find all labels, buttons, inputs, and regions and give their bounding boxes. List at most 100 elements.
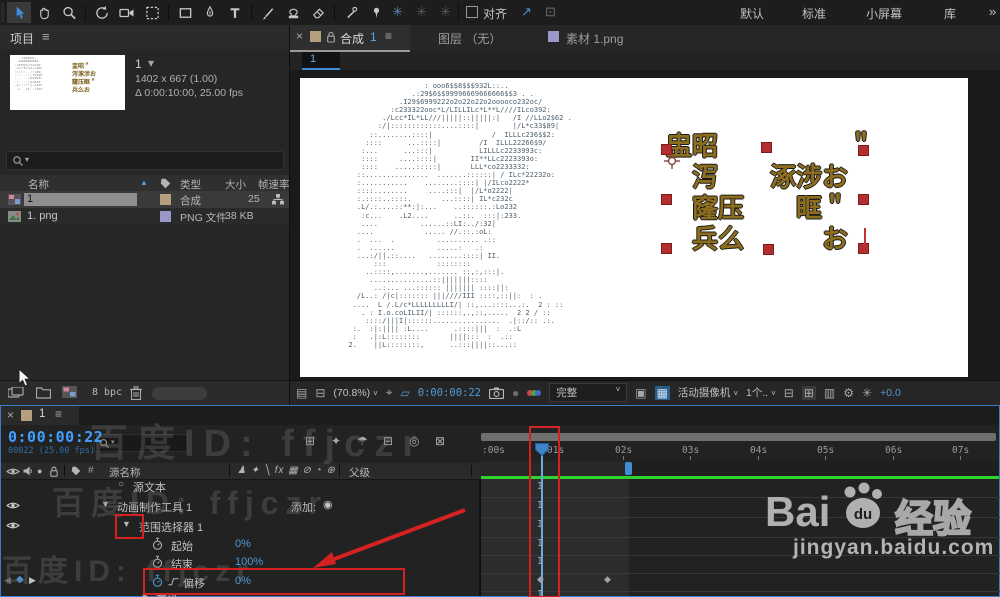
next-keyframe-icon[interactable]: ▶ xyxy=(29,575,36,586)
label-column-icon[interactable] xyxy=(160,178,171,189)
workspace-tab-small-screen[interactable]: 小屏幕 xyxy=(866,5,902,22)
workspace-tab-default[interactable]: 默认 xyxy=(740,5,764,22)
magnification-dropdown[interactable]: (70.8%) ˅ xyxy=(333,387,377,399)
mask-expansion-icon[interactable]: ⊡ xyxy=(545,4,556,20)
lock-column-icon[interactable] xyxy=(49,466,59,477)
selection-handle[interactable] xyxy=(661,194,672,205)
range-selector-label[interactable]: 范围选择器 1 xyxy=(139,519,203,535)
column-header-fps[interactable]: 帧速率 xyxy=(258,177,290,192)
pen-tool-button[interactable] xyxy=(198,2,222,23)
comp-tab-label[interactable]: 合成 xyxy=(340,30,364,47)
column-header-name[interactable]: 名称 xyxy=(28,177,49,192)
workspace-tab-standard[interactable]: 标准 xyxy=(802,5,826,22)
interpret-footage-icon[interactable] xyxy=(8,387,24,399)
preview-item-name[interactable]: 1 xyxy=(135,57,142,71)
selection-handle[interactable] xyxy=(858,145,869,156)
channel-rgb-icon[interactable] xyxy=(527,389,542,396)
index-column-header[interactable]: # xyxy=(88,465,94,476)
primary-viewer-icon[interactable]: ⊟ xyxy=(315,386,325,400)
delete-trash-icon[interactable] xyxy=(130,386,142,400)
keyframe-toggle-icon[interactable]: ◆ xyxy=(16,574,24,585)
view-layout-dropdown[interactable]: 1个.. ˅ xyxy=(746,385,776,400)
label-color-chip[interactable] xyxy=(160,194,171,205)
resolution-dropdown[interactable]: 完整 ˅ xyxy=(549,383,628,402)
lock-icon[interactable] xyxy=(326,31,336,43)
row-source-text[interactable]: ○ 源文本 xyxy=(1,478,479,496)
show-snapshot-icon[interactable]: ● xyxy=(512,386,519,400)
timeline-graph-icon[interactable]: ▥ xyxy=(824,386,835,400)
flowchart-icon[interactable]: ⚙ xyxy=(843,386,854,400)
reset-exposure-icon[interactable]: ✳ xyxy=(862,386,872,400)
motion-blur-icon[interactable]: ◎ xyxy=(409,434,419,448)
label-color-chip[interactable] xyxy=(160,211,171,222)
stopwatch-icon[interactable] xyxy=(151,555,164,569)
timeline-tab[interactable]: × 1 ≡ xyxy=(1,406,79,425)
panel-menu-icon[interactable]: ≡ xyxy=(42,29,50,44)
layer-visibility-eye-icon[interactable] xyxy=(6,501,20,510)
camera-view-dropdown[interactable]: 活动摄像机 ˅ xyxy=(678,385,738,400)
hand-tool-button[interactable] xyxy=(32,2,56,23)
timeline-current-time[interactable]: 0:00:00:22 xyxy=(8,428,103,446)
label-column-icon[interactable] xyxy=(71,466,81,476)
snap-checkbox[interactable] xyxy=(466,6,478,18)
current-time-display[interactable]: 0:00:00:22 xyxy=(418,387,481,399)
local-axis-icon[interactable]: ✳ xyxy=(392,4,403,20)
new-composition-icon[interactable] xyxy=(62,386,77,398)
animator-label[interactable]: 动画制作工具 1 xyxy=(117,499,192,515)
project-row-composition[interactable]: 1 合成 25 xyxy=(0,191,289,208)
region-of-interest-icon[interactable]: ▣ xyxy=(635,386,646,400)
stopwatch-icon[interactable] xyxy=(151,537,164,551)
project-row-footage[interactable]: 1. png PNG 文件 38 KB xyxy=(0,208,289,225)
close-tab-icon[interactable]: × xyxy=(296,29,303,43)
timeline-search-box[interactable]: ▾ xyxy=(94,434,188,452)
timeline-menu-icon[interactable]: ≡ xyxy=(55,407,62,421)
transparency-grid-icon[interactable]: ▦ xyxy=(654,385,670,400)
close-tab-icon[interactable]: × xyxy=(7,408,14,422)
audio-column-speaker-icon[interactable] xyxy=(23,466,33,476)
puppet-pin-tool-button[interactable] xyxy=(364,2,388,23)
end-value[interactable]: 100% xyxy=(235,556,263,568)
workspace-tab-library[interactable]: 库 xyxy=(944,5,956,22)
view-axis-icon[interactable]: ✳ xyxy=(440,4,451,20)
video-column-eye-icon[interactable] xyxy=(6,467,20,476)
frame-blending-icon[interactable]: ⊟ xyxy=(383,434,393,448)
snap-label[interactable]: 对齐 xyxy=(483,5,507,22)
footage-viewer-tab[interactable]: 素材 1.png xyxy=(566,30,623,47)
comp-viewer-tab[interactable]: × 合成 1 ≡ xyxy=(290,25,410,52)
graph-editor-icon[interactable]: ⊠ xyxy=(435,434,445,448)
selection-handle[interactable] xyxy=(763,244,774,255)
column-header-type[interactable]: 类型 xyxy=(180,177,201,192)
bit-depth-button[interactable]: 8 bpc xyxy=(92,387,122,398)
eraser-tool-button[interactable] xyxy=(306,2,330,23)
project-row-name-cell[interactable]: 1 xyxy=(24,192,137,206)
column-header-size[interactable]: 大小 xyxy=(225,177,246,192)
draft-3d-icon[interactable]: ✦ xyxy=(331,434,341,448)
preview-dropdown-icon[interactable]: ▾ xyxy=(148,56,154,70)
comp-mini-flowchart-icon[interactable]: ⊞ xyxy=(305,434,315,448)
selection-handle[interactable] xyxy=(661,243,672,254)
comp-mini-tab[interactable]: 1 xyxy=(302,52,340,70)
source-text-label[interactable]: 源文本 xyxy=(133,479,166,495)
new-folder-icon[interactable] xyxy=(36,386,51,399)
always-preview-icon[interactable]: ▤ xyxy=(296,386,307,400)
project-preview-thumbnail[interactable]: .:o6$$93L:. .29$699666$3. :c2332oc*LIL39… xyxy=(10,55,125,110)
selection-handle[interactable] xyxy=(858,194,869,205)
project-search-box[interactable]: ▾ xyxy=(6,151,284,170)
work-area-end-handle[interactable] xyxy=(625,462,632,475)
grid-guides-icon[interactable]: ⌖ xyxy=(386,385,393,400)
scroll-pill[interactable] xyxy=(152,387,207,400)
layer-switches-column-header[interactable]: ♟ ✦ ╲ fx ▦ ⊘ ◔ ⊕ xyxy=(237,465,336,476)
start-label[interactable]: 起始 xyxy=(171,538,193,554)
pixel-aspect-icon[interactable]: ⊟ xyxy=(784,386,794,400)
pan-behind-tool-button[interactable] xyxy=(140,2,164,23)
collapse-triangle-icon[interactable]: ▼ xyxy=(101,499,110,509)
snapshot-camera-icon[interactable] xyxy=(488,387,504,399)
viewer-menu-icon[interactable]: ≡ xyxy=(385,29,392,43)
sort-ascending-icon[interactable]: ▲ xyxy=(140,178,148,187)
layer-visibility-eye-icon[interactable] xyxy=(6,521,20,530)
project-tab-title[interactable]: 项目 xyxy=(10,30,34,47)
project-row-name[interactable]: 1. png xyxy=(27,210,58,222)
camera-tool-button[interactable] xyxy=(115,2,139,23)
workspace-more-button[interactable]: » xyxy=(989,4,996,19)
anchor-point-icon[interactable] xyxy=(664,153,680,169)
